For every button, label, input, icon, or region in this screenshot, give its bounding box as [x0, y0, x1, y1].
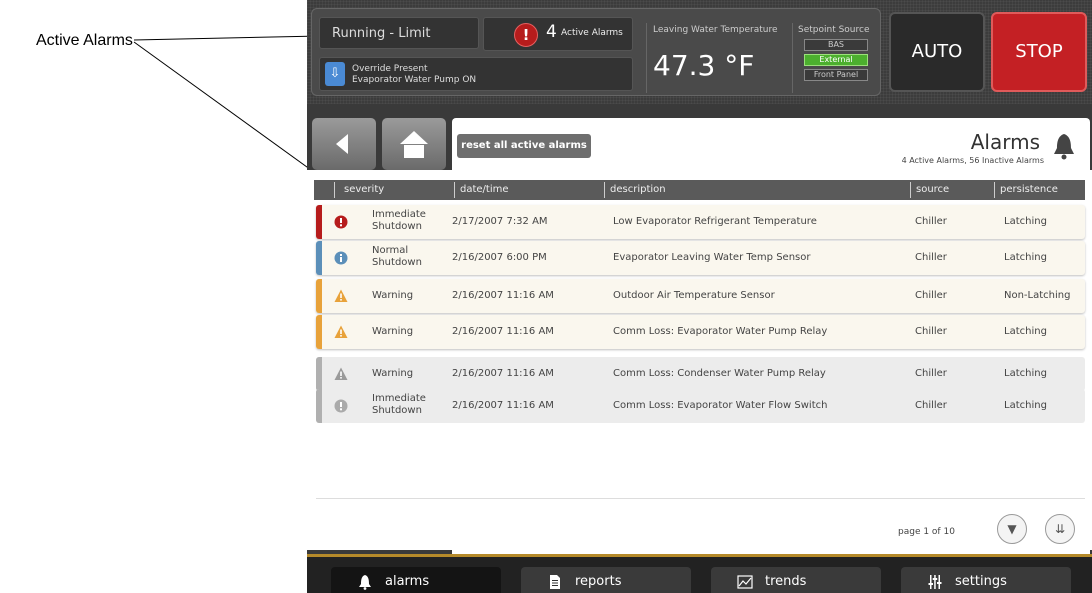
tab-alarms[interactable]: alarms: [331, 567, 501, 593]
lwt-label: Leaving Water Temperature: [653, 25, 778, 35]
auto-button[interactable]: AUTO: [889, 12, 985, 92]
source-cell: Chiller: [915, 252, 947, 263]
tab-trends[interactable]: trends: [711, 567, 881, 593]
home-icon: [400, 131, 428, 158]
divider: [646, 23, 647, 93]
chiller-screen: Running - Limit ! 4 Active Alarms ⇩ Over…: [307, 0, 1092, 593]
alarm-exclamation-icon: !: [514, 23, 538, 47]
last-page-button[interactable]: ⇊: [1045, 514, 1075, 544]
description-cell: Low Evaporator Refrigerant Temperature: [613, 216, 817, 227]
divider: [316, 498, 1085, 499]
tab-reports[interactable]: reports: [521, 567, 691, 593]
persistence-cell: Latching: [1004, 368, 1047, 379]
warning-icon: [334, 289, 348, 302]
back-arrow-icon: [336, 134, 348, 154]
tab-label: trends: [765, 574, 807, 589]
persistence-cell: Latching: [1004, 216, 1047, 227]
tab-settings[interactable]: settings: [901, 567, 1071, 593]
reset-alarms-button[interactable]: reset all active alarms: [457, 134, 591, 158]
callout-label: Active Alarms: [36, 32, 133, 49]
description-cell: Outdoor Air Temperature Sensor: [613, 290, 775, 301]
severity-cell: Immediate Shutdown: [372, 393, 426, 416]
status-bar: Running - Limit ! 4 Active Alarms ⇩ Over…: [307, 0, 1092, 104]
lwt-value: 47.3 °F: [653, 49, 755, 82]
datetime-cell: 2/16/2007 11:16 AM: [452, 290, 554, 301]
override-detail: Evaporator Water Pump ON: [352, 75, 477, 85]
bell-icon: [1054, 134, 1074, 160]
chevron-down-icon: ▼: [1007, 522, 1017, 536]
chart-icon: [737, 575, 753, 589]
persistence-cell: Non-Latching: [1004, 290, 1071, 301]
info-icon: [334, 251, 348, 265]
back-button[interactable]: [312, 118, 376, 170]
page-indicator: page 1 of 10: [898, 527, 955, 537]
description-cell: Comm Loss: Evaporator Water Pump Relay: [613, 326, 828, 337]
alarm-row[interactable]: Immediate Shutdown 2/16/2007 11:16 AM Com…: [316, 389, 1085, 423]
alarm-row[interactable]: Warning 2/16/2007 11:16 AM Comm Loss: Co…: [316, 357, 1085, 391]
table-header: severity date/time description source pe…: [314, 180, 1085, 200]
severity-cell: Warning: [372, 290, 414, 301]
datetime-cell: 2/17/2007 7:32 AM: [452, 216, 548, 227]
warning-icon: [334, 367, 348, 380]
description-cell: Evaporator Leaving Water Temp Sensor: [613, 252, 811, 263]
status-panel: Running - Limit ! 4 Active Alarms ⇩ Over…: [311, 8, 881, 96]
severity-cell: Immediate Shutdown: [372, 209, 426, 232]
source-cell: Chiller: [915, 290, 947, 301]
alarms-summary: 4 Active Alarms, 56 Inactive Alarms: [901, 156, 1044, 165]
persistence-cell: Latching: [1004, 400, 1047, 411]
alarm-row[interactable]: Warning 2/16/2007 11:16 AM Comm Loss: Ev…: [316, 315, 1085, 349]
column-header-source[interactable]: source: [916, 184, 949, 195]
datetime-cell: 2/16/2007 11:16 AM: [452, 368, 554, 379]
severity-cell: Normal Shutdown: [372, 245, 422, 268]
alarm-row[interactable]: Normal Shutdown 2/16/2007 6:00 PM Evapora…: [316, 241, 1085, 275]
severity-cell: Warning: [372, 368, 414, 379]
datetime-cell: 2/16/2007 11:16 AM: [452, 326, 554, 337]
setpoint-option-external[interactable]: External: [804, 54, 868, 66]
next-page-button[interactable]: ▼: [997, 514, 1027, 544]
document-icon: [550, 575, 560, 589]
divider: [792, 23, 793, 93]
tab-label: reports: [575, 574, 622, 589]
bell-icon: [359, 575, 371, 590]
description-cell: Comm Loss: Evaporator Water Flow Switch: [613, 400, 828, 411]
operating-mode: Running - Limit: [319, 17, 479, 49]
sliders-icon: [928, 575, 942, 589]
double-chevron-down-icon: ⇊: [1054, 522, 1066, 536]
persistence-cell: Latching: [1004, 252, 1047, 263]
override-title: Override Present: [352, 64, 428, 74]
persistence-cell: Latching: [1004, 326, 1047, 337]
bottom-nav: alarms reports trends settings: [307, 554, 1092, 593]
datetime-cell: 2/16/2007 6:00 PM: [452, 252, 547, 263]
stop-button[interactable]: STOP: [991, 12, 1087, 92]
override-indicator[interactable]: ⇩ Override Present Evaporator Water Pump…: [319, 57, 633, 91]
setpoint-option-front-panel[interactable]: Front Panel: [804, 69, 868, 81]
column-header-severity[interactable]: severity: [344, 184, 384, 195]
home-button[interactable]: [382, 118, 446, 170]
alarm-row[interactable]: Immediate Shutdown 2/17/2007 7:32 AM Low …: [316, 205, 1085, 239]
arrow-down-icon: ⇩: [325, 62, 345, 86]
active-alarms-indicator[interactable]: ! 4 Active Alarms: [483, 17, 633, 51]
column-header-description[interactable]: description: [610, 184, 666, 195]
column-header-datetime[interactable]: date/time: [460, 184, 509, 195]
tab-label: alarms: [385, 574, 430, 589]
column-header-persistence[interactable]: persistence: [1000, 184, 1058, 195]
alarm-row[interactable]: Warning 2/16/2007 11:16 AM Outdoor Air T…: [316, 279, 1085, 313]
page-title: Alarms: [970, 130, 1040, 154]
alarm-count: 4: [546, 22, 557, 42]
severity-cell: Warning: [372, 326, 414, 337]
source-cell: Chiller: [915, 216, 947, 227]
datetime-cell: 2/16/2007 11:16 AM: [452, 400, 554, 411]
setpoint-option-bas[interactable]: BAS: [804, 39, 868, 51]
source-cell: Chiller: [915, 400, 947, 411]
source-cell: Chiller: [915, 368, 947, 379]
description-cell: Comm Loss: Condenser Water Pump Relay: [613, 368, 826, 379]
immediate-shutdown-icon: [334, 399, 348, 413]
source-cell: Chiller: [915, 326, 947, 337]
setpoint-source-label: Setpoint Source: [798, 25, 870, 35]
alarm-count-label: Active Alarms: [561, 28, 623, 38]
warning-icon: [334, 325, 348, 338]
tab-label: settings: [955, 574, 1007, 589]
immediate-shutdown-icon: [334, 215, 348, 229]
